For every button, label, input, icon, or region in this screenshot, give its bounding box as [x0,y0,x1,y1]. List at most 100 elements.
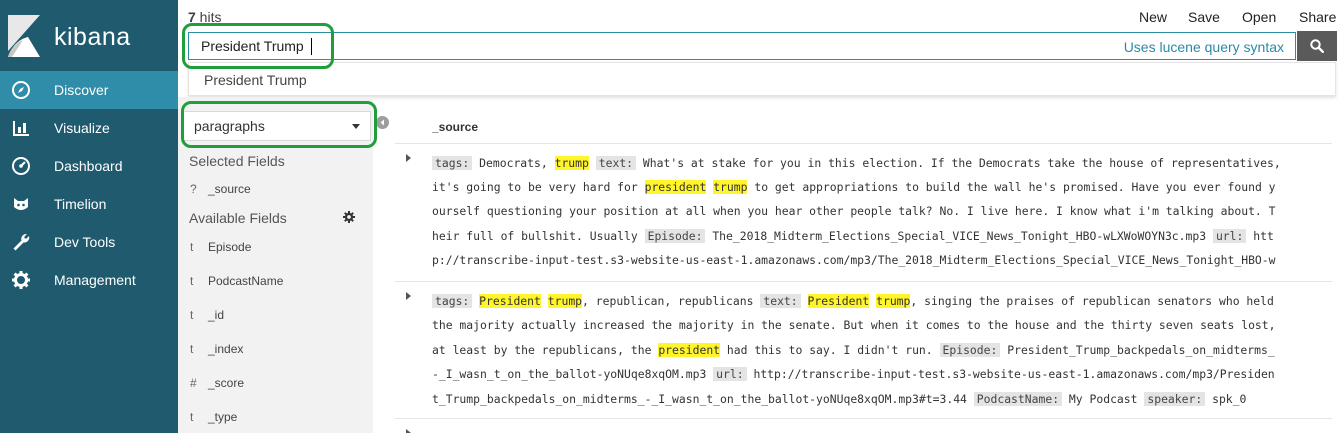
search-suggestions: President Trump [188,62,1336,96]
doc-line: at least by the republicans, the preside… [432,343,1332,357]
lucene-syntax-link[interactable]: Uses lucene query syntax [1124,39,1284,55]
doc-line: ourself questioning your position at all… [432,204,1332,218]
field-key-label: text: [760,294,801,308]
field-key-label: PodcastName: [973,392,1063,406]
nav-label: Dashboard [54,158,123,174]
field-item[interactable]: ? _source [190,182,251,196]
gauge-icon [0,156,54,176]
source-column-header[interactable]: _source [432,120,478,134]
field-text [801,294,808,308]
field-type-icon: t [190,308,194,322]
nav-item-visualize[interactable]: Visualize [0,109,178,147]
field-key-label: url: [713,367,747,381]
field-text: , singing the praises of republican sena… [910,294,1274,308]
new-button[interactable]: New [1139,9,1167,25]
search-highlight: trump [876,294,911,308]
expand-row-arrow-icon[interactable] [406,154,411,162]
field-text: http://transcribe-input-test.s3-website-… [746,367,1275,381]
nav-item-discover[interactable]: Discover [0,71,178,109]
nav-label: Visualize [54,120,110,136]
field-type-icon: # [190,376,197,390]
suggestion-item[interactable]: President Trump [204,72,307,88]
field-text: p://transcribe-input-test.s3-website-us-… [432,253,1276,267]
selected-fields-heading: Selected Fields [189,153,285,169]
field-settings-gear-icon[interactable] [343,211,355,223]
nav-item-management[interactable]: Management [0,261,178,299]
field-type-icon: t [190,410,194,424]
field-text: to get appropriations to build the wall … [747,180,1276,194]
nav-label: Timelion [54,196,107,212]
nav-item-dev-tools[interactable]: Dev Tools [0,223,178,261]
expand-row-arrow-icon[interactable] [406,292,411,300]
field-item[interactable]: t Episode [190,240,251,254]
field-text: t_Trump_backpedals_on_midterms_-_I_wasn_… [432,392,974,406]
field-name: _source [208,182,251,196]
field-text: President_Trump_backpedals_on_midterms_ [1000,343,1275,357]
search-highlight: trump [547,294,583,308]
brand-name: kibana [54,23,131,51]
annotation-outline-index [181,101,377,148]
kibana-logo[interactable]: kibana [0,0,178,72]
field-name: _index [208,342,244,356]
compass-icon [0,80,54,100]
field-item[interactable]: t PodcastName [190,274,283,288]
field-text [589,156,596,170]
collapse-sidebar-button[interactable] [376,116,389,129]
divider [395,281,1332,282]
doc-line: it's going to be very hard for president… [432,180,1332,194]
field-key-label: url: [1212,229,1247,243]
field-name: _score [208,376,245,390]
search-highlight: trump [554,156,589,170]
search-highlight: president [644,180,707,194]
field-text: -_I_wasn_t_on_the_ballot-yoNUqe8xqOM.mp3 [432,367,714,381]
field-text: at least by the republicans, the [432,343,659,357]
expand-row-arrow-icon[interactable] [406,429,411,433]
field-type-icon: t [190,240,194,254]
divider [395,418,1332,419]
doc-line: heir full of bullshit. Usually Episode: … [432,229,1332,243]
field-text: My Podcast [1062,392,1145,406]
nav-label: Dev Tools [54,234,116,250]
field-text: , republican, republicans [582,294,761,308]
available-fields-heading: Available Fields [189,210,287,226]
field-item[interactable]: t _index [190,342,243,356]
search-button[interactable] [1297,31,1337,61]
chevron-left-icon [380,119,384,126]
gear-icon [0,270,54,290]
doc-line: the majority actually increased the majo… [432,318,1332,332]
nav-item-timelion[interactable]: Timelion [0,185,178,223]
field-item[interactable]: t _id [190,308,224,322]
search-highlight: President [807,294,870,308]
field-text: had this to say. I didn't run. [720,343,940,357]
field-key-label: text: [595,156,637,170]
field-key-label: tags: [432,294,473,308]
field-text: heir full of bullshit. Usually [432,229,645,243]
open-button[interactable]: Open [1242,9,1276,25]
field-text: htt [1246,229,1274,243]
field-item[interactable]: # _score [190,376,244,390]
field-text: ourself questioning your position at all… [432,204,1276,218]
nav-item-dashboard[interactable]: Dashboard [0,147,178,185]
field-text: spk_0 [1205,392,1247,406]
field-text: The_2018_Midterm_Elections_Special_VICE_… [705,229,1213,243]
bar-chart-icon [0,118,54,138]
doc-line: -_I_wasn_t_on_the_ballot-yoNUqe8xqOM.mp3… [432,367,1332,381]
field-item[interactable]: t _type [190,410,237,424]
doc-line: tags: President trump, republican, repub… [432,294,1332,308]
field-name: _type [208,410,238,424]
save-button[interactable]: Save [1188,9,1220,25]
doc-line: p://transcribe-input-test.s3-website-us-… [432,253,1332,267]
field-key-label: speaker: [1144,392,1206,406]
field-text: What's at stake for you in this election… [636,156,1281,170]
share-button[interactable]: Share [1299,9,1336,25]
doc-line: t_Trump_backpedals_on_midterms_-_I_wasn_… [432,392,1332,406]
annotation-outline-search [182,23,334,69]
search-input[interactable]: President Trump Uses lucene query syntax [188,32,1296,60]
field-key-label: tags: [432,156,473,170]
field-text: Democrats, [472,156,555,170]
field-text: it's going to be very hard for [432,180,645,194]
nav-label: Management [54,272,136,288]
field-text [541,294,548,308]
cat-face-icon [0,194,54,214]
sidebar-nav: kibana Discover Visualize Dashboard Time… [0,0,178,433]
